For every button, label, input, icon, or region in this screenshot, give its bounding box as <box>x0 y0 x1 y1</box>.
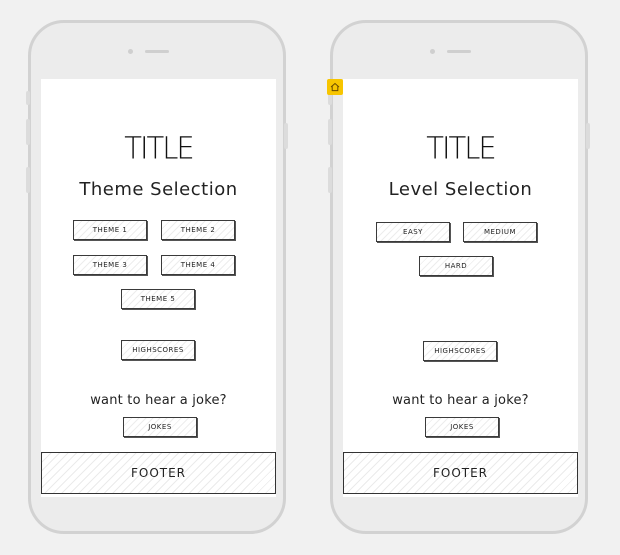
theme-3-button[interactable]: THEME 3 <box>73 255 147 275</box>
theme-2-button[interactable]: THEME 2 <box>161 220 235 240</box>
footer: FOOTER <box>41 452 276 494</box>
phone-side-button <box>328 119 332 145</box>
page-title: TITLE <box>124 130 194 166</box>
easy-button[interactable]: EASY <box>376 222 450 242</box>
page-title: TITLE <box>426 130 496 166</box>
phone-side-button <box>26 119 30 145</box>
highscores-button[interactable]: HIGHSCORES <box>423 341 497 361</box>
theme-1-button[interactable]: THEME 1 <box>73 220 147 240</box>
home-badge[interactable] <box>327 79 343 95</box>
highscores-button[interactable]: HIGHSCORES <box>121 340 195 360</box>
camera-dot <box>430 49 435 54</box>
phone-frame-left: TITLE Theme Selection THEME 1 THEME 2 TH… <box>26 20 288 534</box>
home-button[interactable] <box>143 495 171 523</box>
home-button[interactable] <box>445 495 473 523</box>
speaker-slot <box>145 50 169 53</box>
jokes-button[interactable]: JOKES <box>425 417 499 437</box>
medium-button[interactable]: MEDIUM <box>463 222 537 242</box>
home-icon <box>330 82 340 92</box>
screen-level-selection: TITLE Level Selection EASY MEDIUM HARD H… <box>343 79 578 497</box>
jokes-button[interactable]: JOKES <box>123 417 197 437</box>
theme-4-button[interactable]: THEME 4 <box>161 255 235 275</box>
phone-frame-right: TITLE Level Selection EASY MEDIUM HARD H… <box>328 20 590 534</box>
speaker-slot <box>447 50 471 53</box>
phone-side-button <box>284 123 288 149</box>
page-subtitle: Theme Selection <box>79 179 238 200</box>
page-subtitle: Level Selection <box>388 179 533 200</box>
phone-side-button <box>328 167 332 193</box>
phone-side-button <box>26 167 30 193</box>
footer: FOOTER <box>343 452 578 494</box>
theme-5-button[interactable]: THEME 5 <box>121 289 195 309</box>
joke-prompt: want to hear a joke? <box>90 393 227 408</box>
phone-side-button <box>26 91 30 105</box>
joke-prompt: want to hear a joke? <box>392 393 529 408</box>
camera-dot <box>128 49 133 54</box>
phone-side-button <box>586 123 590 149</box>
hard-button[interactable]: HARD <box>419 256 493 276</box>
screen-theme-selection: TITLE Theme Selection THEME 1 THEME 2 TH… <box>41 79 276 497</box>
